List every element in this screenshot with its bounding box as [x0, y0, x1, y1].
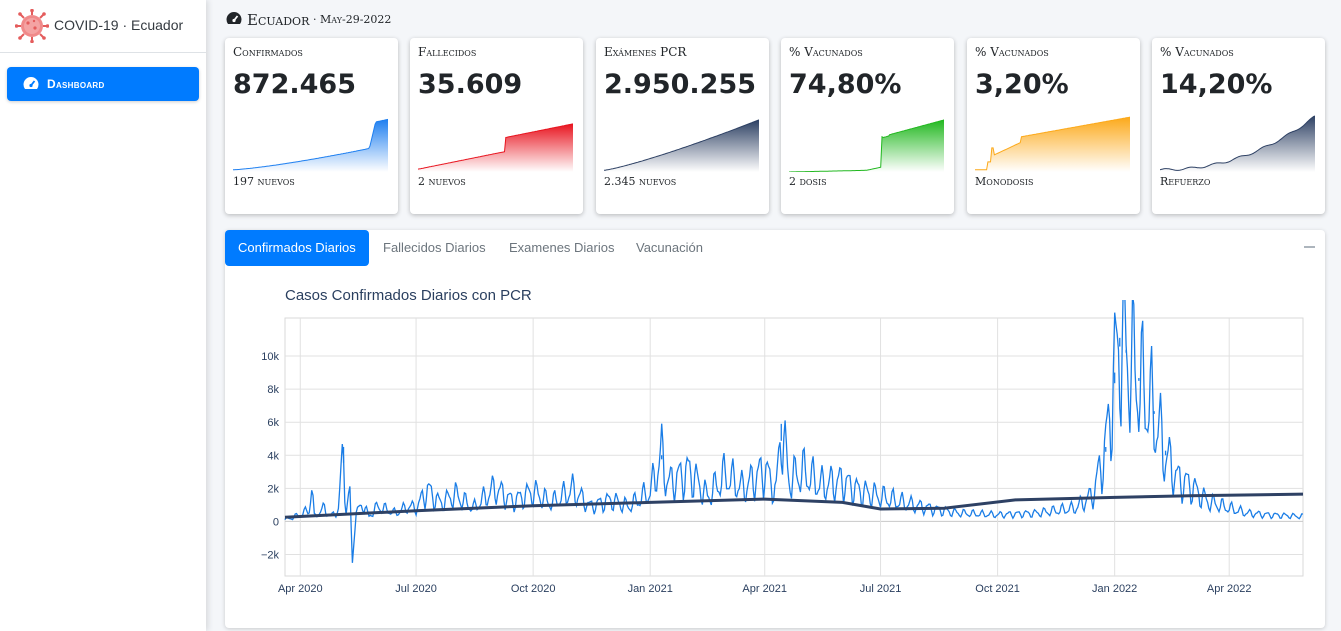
y-tick-label: 6k	[267, 417, 279, 429]
card-value: 3,20%	[975, 69, 1069, 100]
card-footnote: Refuerzo	[1160, 175, 1211, 188]
sparkline-area	[1160, 116, 1315, 172]
y-tick-label: 10k	[261, 351, 279, 363]
card-title: Fallecidos	[418, 45, 477, 59]
collapse-minus-icon[interactable]	[1304, 246, 1315, 248]
stat-card-fallecidos: Fallecidos 35.609 2 nuevos	[410, 38, 583, 214]
gauge-icon	[226, 12, 242, 24]
tab-examenes-diarios[interactable]: Examenes Diarios	[496, 230, 628, 266]
card-title: % Vacunados	[975, 45, 1049, 59]
x-tick-label: Apr 2021	[742, 583, 787, 595]
y-tick-label: 0	[273, 516, 279, 528]
tab-vacunacion[interactable]: Vacunación	[623, 230, 716, 266]
sparkline-chart	[975, 116, 1130, 172]
card-footnote: Monodosis	[975, 175, 1034, 188]
tab-fallecidos-diarios[interactable]: Fallecidos Diarios	[370, 230, 499, 266]
y-tick-label: 8k	[267, 384, 279, 396]
sparkline-chart	[233, 118, 388, 172]
card-title: Exámenes PCR	[604, 45, 687, 59]
brand-title: COVID-19 · Ecuador	[54, 17, 184, 33]
card-title: % Vacunados	[1160, 45, 1234, 59]
sparkline-area	[233, 119, 388, 172]
chart-panel: Confirmados Diarios Fallecidos Diarios E…	[225, 230, 1325, 628]
sidebar-item-dashboard[interactable]: Dashboard	[7, 67, 199, 101]
stat-card-vacunados-refuerzo: % Vacunados 14,20% Refuerzo	[1152, 38, 1325, 214]
x-tick-label: Oct 2021	[975, 583, 1020, 595]
chart-tabs: Confirmados Diarios Fallecidos Diarios E…	[225, 230, 1325, 266]
sidebar: COVID-19 · Ecuador Dashboard	[0, 0, 206, 631]
x-tick-label: Oct 2020	[511, 583, 556, 595]
y-tick-label: −2k	[261, 550, 280, 562]
card-footnote: 2.345 nuevos	[604, 175, 677, 188]
plot-area	[284, 317, 1304, 577]
card-value: 74,80%	[789, 69, 902, 100]
x-tick-label: Jul 2021	[860, 583, 902, 595]
sparkline-area	[789, 119, 944, 172]
sparkline-area	[604, 119, 759, 172]
y-tick-label: 4k	[267, 450, 279, 462]
card-value: 35.609	[418, 69, 523, 100]
card-title: % Vacunados	[789, 45, 863, 59]
card-value: 14,20%	[1160, 69, 1273, 100]
y-tick-label: 2k	[267, 483, 279, 495]
page-title: Ecuador	[247, 11, 310, 29]
brand[interactable]: COVID-19 · Ecuador	[0, 0, 206, 53]
card-value: 872.465	[233, 69, 356, 100]
sparkline-chart	[418, 123, 573, 172]
gauge-icon	[23, 77, 39, 89]
daily-cases-chart: −2k 0 2k 4k 6k 8k 10k Apr 2020 Jul 2020 Oct 2020 J…	[261, 300, 1304, 595]
sparkline-chart	[789, 119, 944, 172]
sparkline-chart	[604, 119, 759, 172]
sparkline-chart	[1160, 115, 1315, 172]
sidebar-item-label: Dashboard	[47, 77, 105, 91]
stat-card-vacunados-2-dosis: % Vacunados 74,80% 2 dosis	[781, 38, 954, 214]
x-tick-label: Jul 2020	[395, 583, 437, 595]
stat-card-examenes: Exámenes PCR 2.950.255 2.345 nuevos	[596, 38, 769, 214]
card-footnote: 2 dosis	[789, 175, 827, 188]
x-tick-label: Jan 2021	[628, 583, 673, 595]
tab-confirmados-diarios[interactable]: Confirmados Diarios	[225, 230, 369, 266]
page-date: · May-29-2022	[313, 13, 392, 26]
x-tick-label: Apr 2022	[1207, 583, 1252, 595]
card-footnote: 197 nuevos	[233, 175, 295, 188]
card-title: Confirmados	[233, 45, 303, 59]
sparkline-area	[975, 117, 1130, 172]
stat-card-confirmados: Confirmados 872.465 197 nuevos	[225, 38, 398, 214]
x-tick-label: Jan 2022	[1092, 583, 1137, 595]
stat-card-vacunados-monodosis: % Vacunados 3,20% Monodosis	[967, 38, 1140, 214]
virus-logo-icon	[15, 9, 49, 43]
x-tick-label: Apr 2020	[278, 583, 323, 595]
card-footnote: 2 nuevos	[418, 175, 466, 188]
card-value: 2.950.255	[604, 69, 757, 100]
